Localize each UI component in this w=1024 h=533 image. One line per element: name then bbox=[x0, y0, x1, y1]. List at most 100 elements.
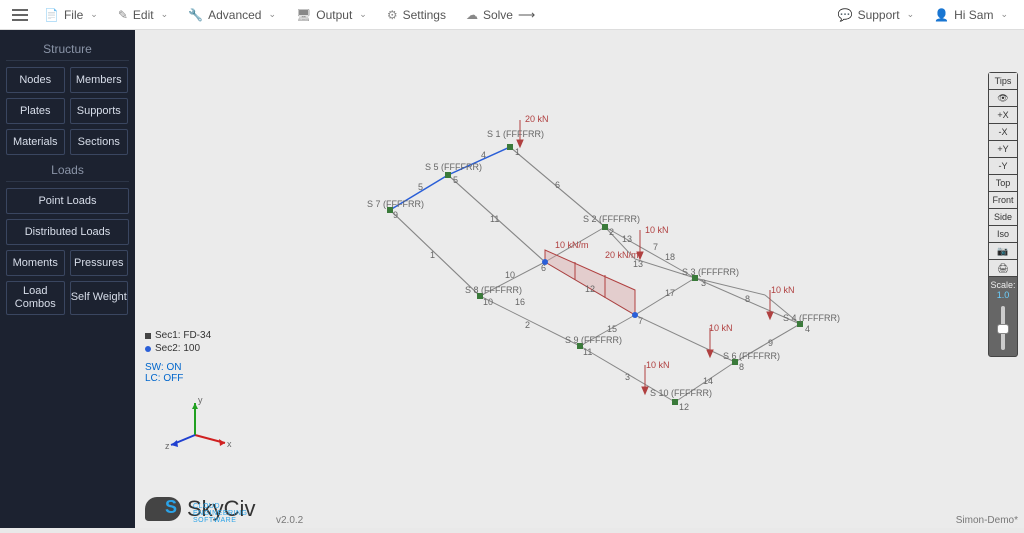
svg-text:S 4 (FFFFRR): S 4 (FFFFRR) bbox=[783, 313, 840, 323]
svg-text:13: 13 bbox=[622, 234, 632, 244]
svg-text:10 kN/m: 10 kN/m bbox=[555, 240, 589, 250]
svg-text:14: 14 bbox=[703, 376, 713, 386]
view-iso-button[interactable]: Iso bbox=[989, 226, 1017, 243]
print-button[interactable]: 🖨 bbox=[989, 260, 1017, 277]
svg-text:3: 3 bbox=[701, 278, 706, 288]
project-name: Simon-Demo* bbox=[956, 515, 1018, 526]
svg-text:S 3 (FFFFRR): S 3 (FFFFRR) bbox=[682, 267, 739, 277]
version-label: v2.0.2 bbox=[276, 515, 303, 526]
legend-sec2: Sec2: 100 bbox=[155, 343, 200, 354]
plates-button[interactable]: Plates bbox=[6, 98, 65, 124]
self-weight-button[interactable]: Self Weight bbox=[70, 281, 129, 315]
pressures-button[interactable]: Pressures bbox=[70, 250, 129, 276]
hamburger-icon[interactable] bbox=[6, 9, 34, 21]
svg-text:10 kN: 10 kN bbox=[645, 225, 669, 235]
scale-slider[interactable] bbox=[989, 303, 1017, 356]
arrow-right-icon bbox=[518, 8, 535, 22]
view-plus-x-button[interactable]: +X bbox=[989, 107, 1017, 124]
svg-text:16: 16 bbox=[515, 297, 525, 307]
menu-settings[interactable]: ⚙Settings bbox=[377, 0, 456, 30]
menu-support[interactable]: 💬Support⌄ bbox=[828, 0, 925, 30]
menu-solve[interactable]: ☁Solve bbox=[456, 0, 545, 30]
svg-text:S 9 (FFFFRR): S 9 (FFFFRR) bbox=[565, 335, 622, 345]
svg-text:17: 17 bbox=[665, 288, 675, 298]
menu-advanced[interactable]: 🔧Advanced⌄ bbox=[178, 0, 286, 30]
visibility-button[interactable]: 👁 bbox=[989, 90, 1017, 107]
view-side-button[interactable]: Side bbox=[989, 209, 1017, 226]
svg-text:11: 11 bbox=[583, 347, 592, 357]
svg-text:S 10 (FFFFRR): S 10 (FFFFRR) bbox=[650, 388, 712, 398]
model-canvas[interactable]: 20 kN 10 kN 10 kN 10 kN 10 kN 10 kN/m 20… bbox=[135, 30, 1024, 528]
svg-text:18: 18 bbox=[665, 252, 675, 262]
svg-text:z: z bbox=[165, 441, 170, 451]
svg-text:S 8 (FFFFRR): S 8 (FFFFRR) bbox=[465, 285, 522, 295]
legend-sec1: Sec1: FD-34 bbox=[155, 330, 211, 341]
svg-text:13: 13 bbox=[633, 259, 643, 269]
svg-text:y: y bbox=[198, 395, 203, 405]
tips-button[interactable]: Tips bbox=[989, 73, 1017, 90]
svg-text:8: 8 bbox=[739, 362, 744, 372]
screenshot-button[interactable]: 📷 bbox=[989, 243, 1017, 260]
cloud-icon: ☁ bbox=[466, 8, 478, 22]
wrench-icon: 🔧 bbox=[188, 8, 203, 22]
svg-text:4: 4 bbox=[481, 150, 486, 160]
svg-text:S 6 (FFFFRR): S 6 (FFFFRR) bbox=[723, 351, 780, 361]
chat-icon: 💬 bbox=[838, 8, 853, 22]
svg-text:10 kN: 10 kN bbox=[771, 285, 795, 295]
load-combo-status: LC: OFF bbox=[145, 373, 211, 384]
moments-button[interactable]: Moments bbox=[6, 250, 65, 276]
logo-cloud-icon bbox=[145, 497, 181, 521]
view-minus-y-button[interactable]: -Y bbox=[989, 158, 1017, 175]
distributed-loads-button[interactable]: Distributed Loads bbox=[6, 219, 129, 245]
svg-text:7: 7 bbox=[653, 242, 658, 252]
sections-button[interactable]: Sections bbox=[70, 129, 129, 155]
svg-text:8: 8 bbox=[745, 294, 750, 304]
svg-text:20 kN: 20 kN bbox=[525, 114, 549, 124]
point-loads-button[interactable]: Point Loads bbox=[6, 188, 129, 214]
view-top-button[interactable]: Top bbox=[989, 175, 1017, 192]
structure-svg: 20 kN 10 kN 10 kN 10 kN 10 kN 10 kN/m 20… bbox=[135, 30, 1024, 528]
svg-text:11: 11 bbox=[490, 214, 499, 224]
svg-text:S 1 (FFFFRR): S 1 (FFFFRR) bbox=[487, 129, 544, 139]
section-legend: Sec1: FD-34 Sec2: 100 SW: ON LC: OFF bbox=[145, 330, 211, 384]
svg-text:6: 6 bbox=[555, 180, 560, 190]
load-combos-button[interactable]: Load Combos bbox=[6, 281, 65, 315]
svg-text:6: 6 bbox=[541, 263, 546, 273]
svg-text:S 5 (FFFFRR): S 5 (FFFFRR) bbox=[425, 162, 482, 172]
top-menu-bar: 📄File⌄ ✎Edit⌄ 🔧Advanced⌄ 🖥Output⌄ ⚙Setti… bbox=[0, 0, 1024, 30]
members-button[interactable]: Members bbox=[70, 67, 129, 93]
svg-text:2: 2 bbox=[525, 320, 530, 330]
self-weight-status: SW: ON bbox=[145, 362, 211, 373]
view-minus-x-button[interactable]: -X bbox=[989, 124, 1017, 141]
menu-file[interactable]: 📄File⌄ bbox=[34, 0, 108, 30]
svg-text:5: 5 bbox=[418, 182, 423, 192]
svg-text:10: 10 bbox=[483, 297, 493, 307]
svg-text:4: 4 bbox=[805, 324, 810, 334]
svg-text:10 kN: 10 kN bbox=[646, 360, 670, 370]
nodes-button[interactable]: Nodes bbox=[6, 67, 65, 93]
svg-text:12: 12 bbox=[585, 284, 595, 294]
svg-text:12: 12 bbox=[679, 402, 689, 412]
svg-text:2: 2 bbox=[609, 227, 614, 237]
view-plus-y-button[interactable]: +Y bbox=[989, 141, 1017, 158]
svg-text:10 kN: 10 kN bbox=[709, 323, 733, 333]
sidebar-loads-title: Loads bbox=[6, 163, 129, 182]
materials-button[interactable]: Materials bbox=[6, 129, 65, 155]
menu-user[interactable]: 👤Hi Sam⌄ bbox=[924, 0, 1018, 30]
skyciv-logo: SkyCiv CLOUD ENGINEERING SOFTWARE bbox=[145, 496, 255, 522]
menu-output[interactable]: 🖥Output⌄ bbox=[286, 0, 377, 30]
axis-gizmo: x y z bbox=[165, 395, 235, 460]
svg-text:5: 5 bbox=[453, 175, 458, 185]
supports-button[interactable]: Supports bbox=[70, 98, 129, 124]
svg-text:x: x bbox=[227, 439, 232, 449]
view-front-button[interactable]: Front bbox=[989, 192, 1017, 209]
print-icon: 🖨 bbox=[997, 263, 1008, 274]
svg-text:10: 10 bbox=[505, 270, 515, 280]
svg-text:S 7 (FFFFRR): S 7 (FFFFRR) bbox=[367, 199, 424, 209]
monitor-icon: 🖥 bbox=[296, 8, 311, 22]
svg-text:1: 1 bbox=[515, 147, 520, 157]
svg-text:3: 3 bbox=[625, 372, 630, 382]
sidebar-structure-title: Structure bbox=[6, 42, 129, 61]
svg-text:15: 15 bbox=[607, 324, 617, 334]
menu-edit[interactable]: ✎Edit⌄ bbox=[108, 0, 178, 30]
